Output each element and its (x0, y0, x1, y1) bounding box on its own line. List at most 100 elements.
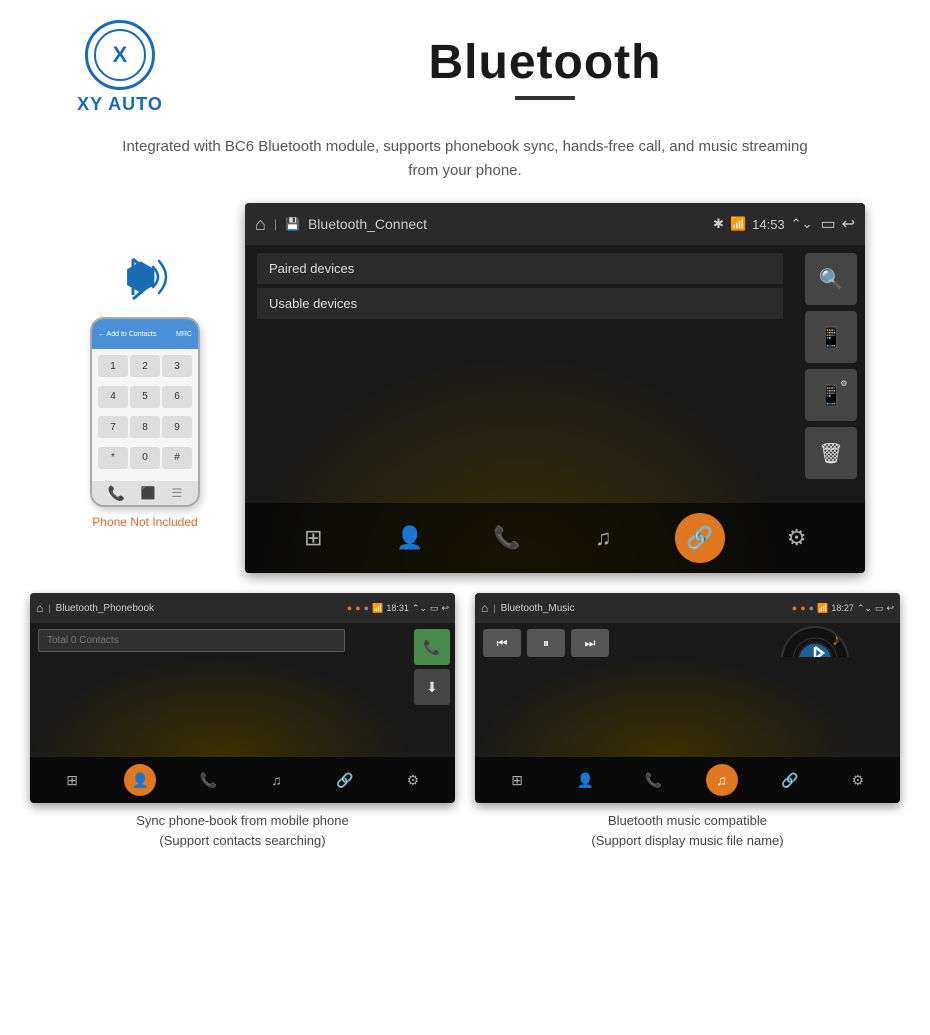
pb-header: ⌂ | Bluetooth_Phonebook ● ● ● 📶 18:31 ⌃⌄… (30, 593, 455, 623)
cs-footer-gear[interactable]: ⚙ (772, 513, 822, 563)
pb-title: Bluetooth_Phonebook (56, 603, 342, 614)
phone-disclaimer: Phone Not Included (92, 515, 197, 529)
cs-window-icon: ▭ (820, 214, 835, 234)
pb-link-btn[interactable]: 🔗 (329, 764, 361, 796)
music-card: ⌂ | Bluetooth_Music ● ● ● 📶 18:27 ⌃⌄ ▭ ↩… (475, 593, 900, 850)
cs-screen-title: Bluetooth_Connect (308, 216, 705, 232)
key-1[interactable]: 1 (98, 355, 128, 377)
key-2[interactable]: 2 (130, 355, 160, 377)
cs-search-button[interactable]: 🔍 (805, 253, 857, 305)
mu-music-btn[interactable]: ♫ (706, 764, 738, 796)
mu-home-icon: ⌂ (481, 601, 488, 615)
key-5[interactable]: 5 (130, 386, 160, 408)
pb-gear-btn[interactable]: ⚙ (397, 764, 429, 796)
expand-icon: ⌃⌄ (791, 216, 813, 232)
pb-time: 18:31 (386, 603, 409, 613)
key-7[interactable]: 7 (98, 416, 128, 438)
mu-person-btn[interactable]: 👤 (569, 764, 601, 796)
main-section: ⬢ ← Add to Contacts MRC 1 2 3 4 5 6 (0, 203, 930, 573)
usable-devices-item[interactable]: Usable devices (257, 288, 783, 319)
pb-person-btn[interactable]: 👤 (124, 764, 156, 796)
mu-prev-button[interactable]: ⏮ (483, 629, 521, 657)
mu-footer: ⊞ 👤 📞 ♫ 🔗 ⚙ (475, 757, 900, 803)
mu-grid-btn[interactable]: ⊞ (501, 764, 533, 796)
pb-sidebar: 📞 ⬇ (414, 629, 450, 705)
pb-bg (30, 657, 410, 757)
key-star[interactable]: * (98, 447, 128, 469)
bluetooth-signal: ⬢ (105, 247, 185, 307)
subtitle: Integrated with BC6 Bluetooth module, su… (0, 125, 930, 203)
brand-name: XY AUTO (77, 94, 163, 115)
page-title: Bluetooth (200, 35, 890, 90)
svg-text:♪: ♪ (832, 632, 840, 649)
pb-body (30, 623, 455, 658)
key-4[interactable]: 4 (98, 386, 128, 408)
cs-back-icon: ↩ (842, 214, 855, 234)
cs-settings-button[interactable]: 📱⚙ (805, 369, 857, 421)
phonebook-card: ⌂ | Bluetooth_Phonebook ● ● ● 📶 18:31 ⌃⌄… (30, 593, 455, 850)
pb-dot2: ● (355, 603, 360, 613)
key-hash[interactable]: # (162, 447, 192, 469)
mu-back: ↩ (886, 603, 894, 614)
pb-back: ↩ (441, 603, 449, 614)
pb-dot3: ● (364, 603, 369, 613)
mu-expand: ⌃⌄ (857, 603, 872, 614)
title-underline (515, 96, 575, 100)
key-9[interactable]: 9 (162, 416, 192, 438)
key-8[interactable]: 8 (130, 416, 160, 438)
header: X XY AUTO Bluetooth (0, 0, 930, 125)
cs-footer-link[interactable]: 🔗 (675, 513, 725, 563)
key-0[interactable]: 0 (130, 447, 160, 469)
cs-sidebar: 🔍 📱 📱⚙ 🗑 (805, 253, 857, 479)
cs-device-list: Paired devices Usable devices (245, 245, 795, 331)
logo-icon: X (93, 28, 147, 82)
cs-home-icon: ⌂ (255, 214, 266, 235)
pb-phone-btn[interactable]: 📞 (192, 764, 224, 796)
mu-sep: | (493, 603, 495, 613)
cs-footer: ⊞ 👤 📞 ♫ 🔗 ⚙ (245, 503, 865, 573)
key-6[interactable]: 6 (162, 386, 192, 408)
cs-footer-grid[interactable]: ⊞ (288, 513, 338, 563)
phone-screen-top: ← Add to Contacts MRC (92, 319, 198, 349)
phone-device: ← Add to Contacts MRC 1 2 3 4 5 6 7 8 9 … (90, 317, 200, 507)
mu-phone-btn[interactable]: 📞 (637, 764, 669, 796)
mu-gear-btn[interactable]: ⚙ (842, 764, 874, 796)
phone-bottom-bar: 📞 ⬛ ☰ (92, 481, 198, 505)
music-screen: ⌂ | Bluetooth_Music ● ● ● 📶 18:27 ⌃⌄ ▭ ↩… (475, 593, 900, 803)
pb-music-btn[interactable]: ♫ (261, 764, 293, 796)
cs-footer-music[interactable]: ♫ (578, 513, 628, 563)
cs-footer-phone[interactable]: 📞 (482, 513, 532, 563)
pb-search-input[interactable] (38, 629, 345, 652)
cs-delete-button[interactable]: 🗑 (805, 427, 857, 479)
mu-link-btn[interactable]: 🔗 (774, 764, 806, 796)
mu-header: ⌂ | Bluetooth_Music ● ● ● 📶 18:27 ⌃⌄ ▭ ↩ (475, 593, 900, 623)
pb-sep: | (48, 603, 50, 613)
bt-status-icon: ✱ (713, 216, 724, 232)
pb-win: ▭ (430, 603, 439, 614)
mu-time: 18:27 (831, 603, 854, 613)
wifi-icon: 📶 (730, 216, 746, 232)
logo-circle: X (85, 20, 155, 90)
cs-phone-button[interactable]: 📱 (805, 311, 857, 363)
pb-call-button[interactable]: 📞 (414, 629, 450, 665)
bluetooth-waves-icon: ⬢ (105, 247, 185, 307)
mu-pause-button[interactable]: ⏸ (527, 629, 565, 657)
title-area: Bluetooth (200, 35, 890, 100)
key-3[interactable]: 3 (162, 355, 192, 377)
pb-home-icon: ⌂ (36, 601, 43, 615)
phone-graphic: ⬢ ← Add to Contacts MRC 1 2 3 4 5 6 (65, 247, 225, 529)
cs-separator: | (274, 217, 277, 231)
mu-next-button[interactable]: ⏭ (571, 629, 609, 657)
mu-caption: Bluetooth music compatible (Support disp… (591, 811, 783, 850)
mu-dot2: ● (800, 603, 805, 613)
pb-dot1: ● (347, 603, 352, 613)
logo-area: X XY AUTO (40, 20, 200, 115)
cs-footer-person[interactable]: 👤 (385, 513, 435, 563)
pb-download-button[interactable]: ⬇ (414, 669, 450, 705)
paired-devices-item[interactable]: Paired devices (257, 253, 783, 284)
pb-grid-btn[interactable]: ⊞ (56, 764, 88, 796)
pb-wifi: 📶 (372, 603, 383, 614)
mu-dot1: ● (792, 603, 797, 613)
main-car-screen: ⌂ | 💾 Bluetooth_Connect ✱ 📶 14:53 ⌃⌄ ▭ ↩… (245, 203, 865, 573)
phone-keypad: 1 2 3 4 5 6 7 8 9 * 0 # (92, 349, 198, 481)
